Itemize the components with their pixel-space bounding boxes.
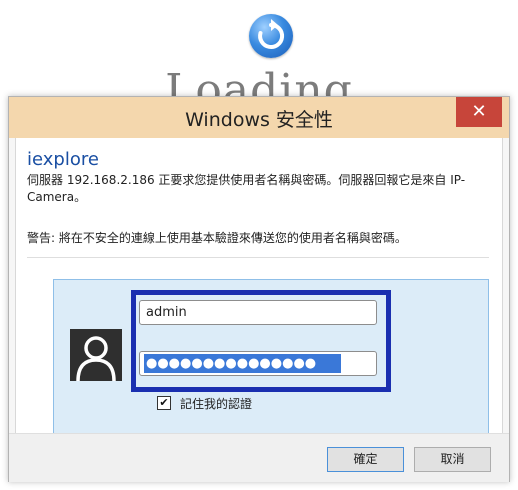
password-field[interactable]: ●●●●●●●●●●●●●●●	[139, 351, 377, 376]
windows-security-dialog: Windows 安全性 ✕ iexplore 伺服器 192.168.2.186…	[8, 96, 510, 482]
username-field[interactable]	[139, 300, 377, 325]
remember-credentials-label[interactable]: 記住我的認證	[180, 395, 252, 412]
user-avatar-icon	[70, 329, 122, 381]
dialog-content: iexplore 伺服器 192.168.2.186 正要求您提供使用者名稱與密…	[15, 138, 503, 434]
dialog-footer: 確定 取消	[9, 433, 509, 482]
security-warning: 警告: 將在不安全的連線上使用基本驗證來傳送您的使用者名稱與密碼。	[27, 231, 407, 245]
credential-tile[interactable]: ●●●●●●●●●●●●●●● ✔ 記住我的認證	[53, 279, 489, 434]
refresh-icon	[249, 14, 293, 58]
screen: Loading Windows 安全性 ✕ iexplore 伺服器 192.1…	[0, 0, 518, 490]
divider	[27, 257, 489, 258]
password-mask: ●●●●●●●●●●●●●●●	[144, 354, 341, 373]
cancel-button[interactable]: 取消	[414, 447, 491, 472]
dialog-title: Windows 安全性	[185, 109, 333, 131]
server-message: 伺服器 192.168.2.186 正要求您提供使用者名稱與密碼。伺服器回報它是…	[27, 173, 466, 204]
remember-credentials-checkbox[interactable]: ✔	[157, 396, 171, 410]
loading-text: Loading	[165, 66, 353, 96]
app-name: iexplore	[27, 149, 99, 170]
close-button[interactable]: ✕	[456, 97, 502, 127]
close-icon: ✕	[471, 101, 487, 122]
ok-button[interactable]: 確定	[327, 447, 404, 472]
dialog-titlebar[interactable]: Windows 安全性 ✕	[9, 97, 509, 138]
